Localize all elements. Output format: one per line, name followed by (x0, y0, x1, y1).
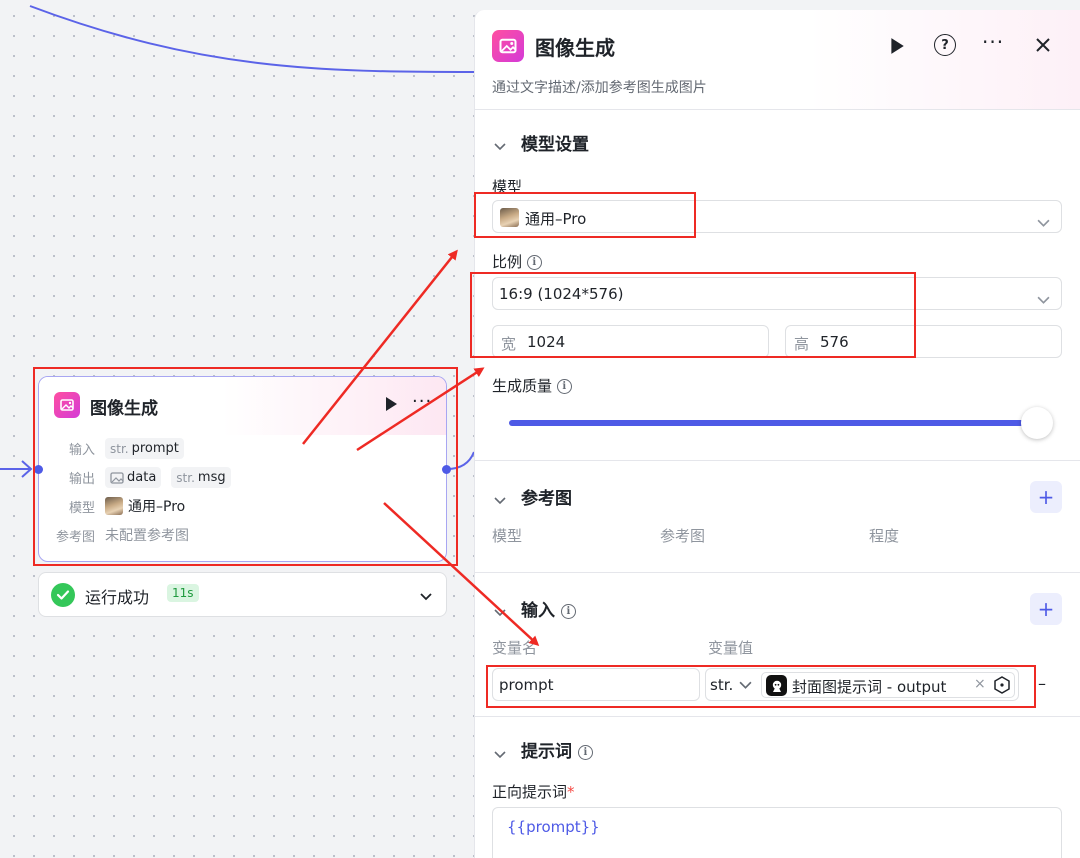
annotation-arrows (302, 249, 540, 647)
